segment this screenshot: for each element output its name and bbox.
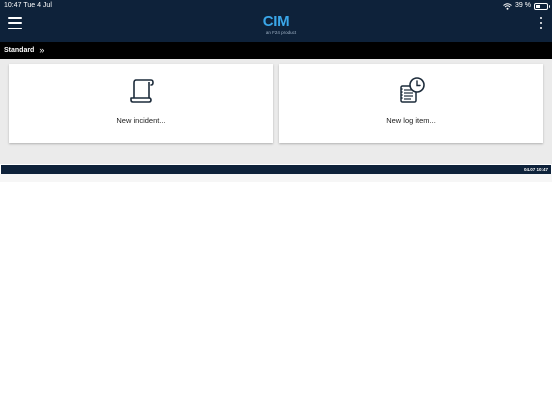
breadcrumb[interactable]: Standard »	[0, 42, 552, 59]
status-time: 10:47 Tue 4 Jul	[4, 2, 52, 9]
app-root: 10:47 Tue 4 Jul 39 % CIM an F24 product …	[0, 0, 552, 414]
new-incident-tile[interactable]: New incident...	[9, 64, 273, 143]
app-brand: CIM an F24 product	[0, 14, 552, 36]
app-subtitle: an F24 product	[265, 30, 297, 35]
status-indicators: 39 %	[503, 1, 550, 11]
dashboard-content: New incident... New log item...	[0, 59, 552, 164]
chevron-right-double-icon[interactable]: »	[39, 46, 44, 55]
footer-bar: 04.07 10:47	[1, 165, 551, 174]
more-vertical-icon[interactable]	[539, 17, 543, 29]
battery-fill	[536, 4, 540, 8]
log-clock-icon	[400, 77, 425, 103]
footer-timestamp: 04.07 10:47	[523, 167, 548, 172]
app-title: CIM	[262, 13, 290, 30]
new-incident-label: New incident...	[116, 116, 166, 125]
battery-percentage: 39 %	[515, 2, 531, 9]
battery-icon	[534, 2, 550, 10]
app-header: 10:47 Tue 4 Jul 39 % CIM an F24 product	[0, 0, 552, 42]
wifi-icon	[503, 2, 512, 10]
new-log-item-tile[interactable]: New log item...	[279, 64, 543, 143]
footer-spacer	[0, 174, 552, 182]
scroll-icon	[130, 79, 154, 103]
breadcrumb-label: Standard	[4, 47, 35, 54]
new-log-item-label: New log item...	[386, 116, 436, 125]
